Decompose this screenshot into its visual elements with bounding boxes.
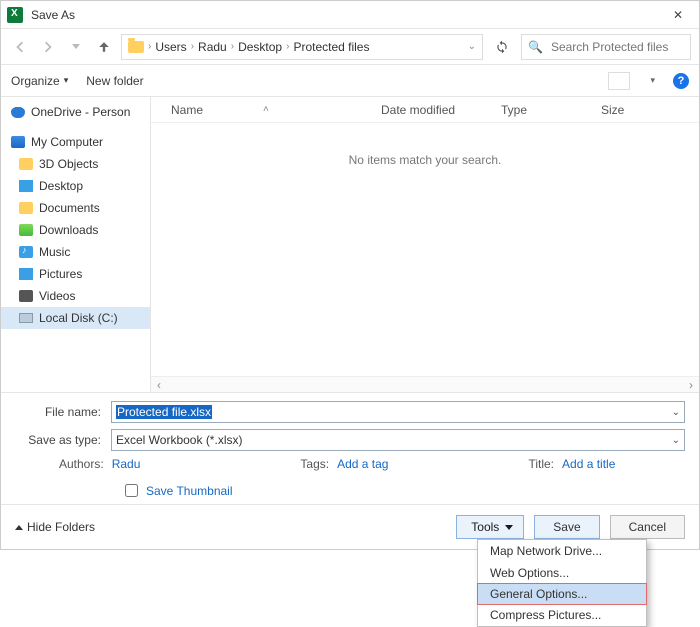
organize-button[interactable]: Organize▾ — [11, 74, 68, 88]
breadcrumb-dropdown-icon[interactable]: ⌄ — [468, 41, 476, 52]
documents-icon — [19, 202, 33, 214]
desktop-icon — [19, 180, 33, 192]
forward-button[interactable] — [37, 36, 59, 58]
help-button[interactable]: ? — [673, 73, 689, 89]
save-form: File name: Protected file.xlsx ⌄ Save as… — [1, 392, 699, 504]
col-date[interactable]: Date modified — [375, 103, 495, 117]
caret-down-icon — [505, 525, 513, 530]
sidebar-item-documents[interactable]: Documents — [1, 197, 150, 219]
save-thumbnail-input[interactable] — [125, 484, 138, 497]
scroll-left-icon[interactable]: ‹ — [151, 377, 167, 393]
pictures-icon — [19, 268, 33, 280]
window-title: Save As — [31, 8, 663, 22]
breadcrumb-item[interactable]: ›Users — [148, 40, 187, 54]
col-name[interactable]: Name˄ — [165, 103, 375, 117]
sort-indicator-icon: ˄ — [263, 104, 269, 115]
refresh-button[interactable] — [489, 34, 515, 60]
main-area: OneDrive - Person My Computer 3D Objects… — [1, 97, 699, 392]
downloads-icon — [19, 224, 33, 236]
empty-listing-message: No items match your search. — [151, 123, 699, 376]
tools-menu: Map Network Drive... Web Options... Gene… — [477, 539, 647, 627]
breadcrumb-item[interactable]: ›Desktop — [231, 40, 282, 54]
computer-icon — [11, 136, 25, 148]
savetype-label: Save as type: — [15, 433, 111, 447]
address-breadcrumb[interactable]: ›Users ›Radu ›Desktop ›Protected files ⌄ — [121, 34, 483, 60]
tools-menu-item[interactable]: Compress Pictures... — [478, 604, 646, 626]
filename-label: File name: — [15, 405, 111, 419]
titlebar: Save As ✕ — [1, 1, 699, 29]
sidebar-item-pictures[interactable]: Pictures — [1, 263, 150, 285]
column-headers: Name˄ Date modified Type Size — [151, 97, 699, 123]
command-bar: Organize▾ New folder ▾ ? — [1, 65, 699, 97]
save-thumbnail-checkbox[interactable]: Save Thumbnail — [121, 481, 685, 500]
tags-input[interactable]: Add a tag — [337, 457, 388, 471]
new-folder-button[interactable]: New folder — [86, 74, 143, 88]
save-as-dialog: Save As ✕ ›Users ›Radu ›Desktop ›Protect… — [0, 0, 700, 550]
search-icon: 🔍 — [528, 40, 543, 54]
sidebar-item-music[interactable]: Music — [1, 241, 150, 263]
col-type[interactable]: Type — [495, 103, 595, 117]
view-dropdown-icon[interactable]: ▾ — [650, 75, 655, 86]
cancel-button[interactable]: Cancel — [610, 515, 685, 539]
sidebar-item-localdisk[interactable]: Local Disk (C:) — [1, 307, 150, 329]
chevron-down-icon[interactable]: ⌄ — [672, 407, 680, 418]
recent-dropdown[interactable] — [65, 36, 87, 58]
tools-menu-item[interactable]: Map Network Drive... — [478, 540, 646, 562]
cloud-icon — [11, 106, 25, 118]
sidebar-item-computer[interactable]: My Computer — [1, 131, 150, 153]
tags-label: Tags: — [300, 457, 329, 471]
sidebar: OneDrive - Person My Computer 3D Objects… — [1, 97, 151, 392]
view-options-button[interactable] — [608, 72, 630, 90]
scroll-right-icon[interactable]: › — [683, 377, 699, 393]
filename-input[interactable]: Protected file.xlsx ⌄ — [111, 401, 685, 423]
sidebar-item-onedrive[interactable]: OneDrive - Person — [1, 101, 150, 123]
savetype-dropdown[interactable]: Excel Workbook (*.xlsx) ⌄ — [111, 429, 685, 451]
col-size[interactable]: Size — [595, 103, 655, 117]
chevron-down-icon[interactable]: ⌄ — [672, 435, 680, 446]
nav-bar: ›Users ›Radu ›Desktop ›Protected files ⌄… — [1, 29, 699, 65]
search-input[interactable] — [549, 39, 684, 55]
search-box[interactable]: 🔍 — [521, 34, 691, 60]
authors-label: Authors: — [59, 457, 104, 471]
authors-value[interactable]: Radu — [112, 457, 141, 471]
sidebar-item-desktop[interactable]: Desktop — [1, 175, 150, 197]
breadcrumb-item[interactable]: ›Protected files — [286, 40, 369, 54]
tools-menu-item-general-options[interactable]: General Options... — [477, 583, 647, 605]
videos-icon — [19, 290, 33, 302]
title-label: Title: — [528, 457, 554, 471]
disk-icon — [19, 313, 33, 323]
close-button[interactable]: ✕ — [663, 8, 693, 22]
horizontal-scrollbar[interactable]: ‹ › — [151, 376, 699, 392]
back-button[interactable] — [9, 36, 31, 58]
chevron-up-icon — [15, 525, 23, 530]
music-icon — [19, 246, 33, 258]
sidebar-item-downloads[interactable]: Downloads — [1, 219, 150, 241]
folder-icon — [128, 41, 144, 53]
tools-menu-item[interactable]: Web Options... — [478, 562, 646, 584]
footer: Hide Folders Tools Save Cancel Map Netwo… — [1, 504, 699, 549]
breadcrumb-item[interactable]: ›Radu — [191, 40, 227, 54]
hide-folders-button[interactable]: Hide Folders — [15, 520, 446, 534]
excel-icon — [7, 7, 23, 23]
title-input[interactable]: Add a title — [562, 457, 615, 471]
sidebar-item-3d[interactable]: 3D Objects — [1, 153, 150, 175]
save-button[interactable]: Save — [534, 515, 599, 539]
sidebar-item-videos[interactable]: Videos — [1, 285, 150, 307]
folder-icon — [19, 158, 33, 170]
tools-button[interactable]: Tools — [456, 515, 524, 539]
up-button[interactable] — [93, 36, 115, 58]
file-listing: Name˄ Date modified Type Size No items m… — [151, 97, 699, 392]
